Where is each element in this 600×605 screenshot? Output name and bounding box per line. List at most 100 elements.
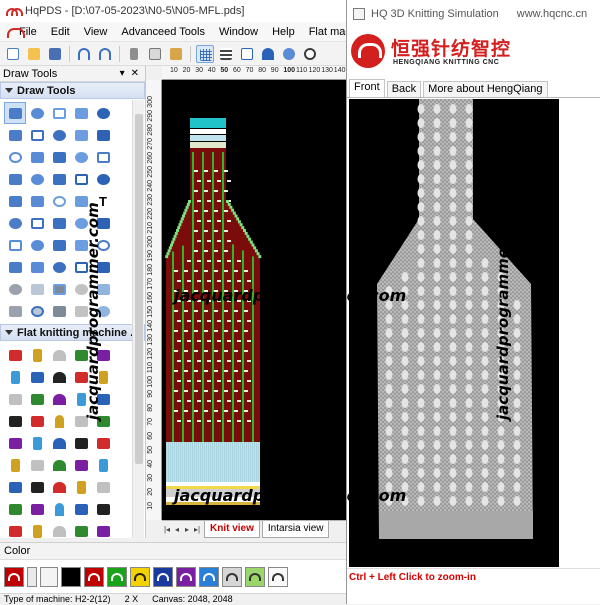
draw-tool-icon[interactable] bbox=[70, 234, 92, 256]
copy-icon[interactable] bbox=[146, 45, 164, 63]
tab-back[interactable]: Back bbox=[386, 81, 422, 97]
knit-function-icon[interactable] bbox=[48, 498, 70, 520]
draw-tool-icon[interactable] bbox=[70, 124, 92, 146]
knit-function-icon[interactable] bbox=[4, 366, 26, 388]
draw-tool-icon[interactable]: T bbox=[92, 190, 114, 212]
draw-tool-icon[interactable] bbox=[48, 300, 70, 322]
knit-function-icon[interactable] bbox=[26, 476, 48, 498]
draw-tool-icon[interactable] bbox=[70, 168, 92, 190]
knit-function-icon[interactable] bbox=[70, 410, 92, 432]
knit-stitch-icon[interactable] bbox=[259, 45, 277, 63]
draw-tool-icon[interactable] bbox=[4, 146, 26, 168]
knit-function-icon[interactable] bbox=[48, 410, 70, 432]
draw-tool-icon[interactable] bbox=[48, 256, 70, 278]
color-swatch-blue[interactable] bbox=[199, 566, 219, 587]
open-folder-icon[interactable] bbox=[25, 45, 43, 63]
draw-tool-icon[interactable] bbox=[4, 190, 26, 212]
knit-function-icon[interactable] bbox=[26, 498, 48, 520]
knit-function-icon[interactable] bbox=[92, 388, 114, 410]
knit-function-icon[interactable] bbox=[26, 432, 48, 454]
draw-tool-icon[interactable] bbox=[92, 300, 114, 322]
knit-function-icon[interactable] bbox=[48, 344, 70, 366]
menu-window[interactable]: Window bbox=[212, 22, 265, 42]
knit-function-icon[interactable] bbox=[4, 388, 26, 410]
knit-function-icon[interactable] bbox=[4, 410, 26, 432]
knit-function-icon[interactable] bbox=[4, 476, 26, 498]
color-swatch-purple[interactable] bbox=[176, 566, 196, 587]
color-scroll-arrows-icon[interactable] bbox=[40, 566, 58, 587]
knit-function-icon[interactable] bbox=[26, 366, 48, 388]
tab-more-about-hengqiang[interactable]: More about HengQiang bbox=[423, 81, 548, 97]
rows-icon[interactable] bbox=[217, 45, 235, 63]
draw-tool-icon[interactable] bbox=[26, 234, 48, 256]
draw-tool-icon[interactable] bbox=[48, 168, 70, 190]
color-swatch-navy[interactable] bbox=[153, 566, 173, 587]
color-swatch-red-knit[interactable] bbox=[84, 566, 104, 587]
draw-tool-icon[interactable] bbox=[26, 102, 48, 124]
tab-knit-view[interactable]: Knit view bbox=[204, 521, 260, 538]
knit-function-icon[interactable] bbox=[26, 520, 48, 542]
select-tool-icon[interactable] bbox=[4, 102, 26, 124]
draw-tool-icon[interactable] bbox=[92, 124, 114, 146]
panel-dropdown-icon[interactable]: ▾ bbox=[120, 68, 125, 79]
draw-tool-icon[interactable] bbox=[70, 146, 92, 168]
knit-function-icon[interactable] bbox=[4, 520, 26, 542]
draw-tool-icon[interactable] bbox=[4, 234, 26, 256]
draw-tool-icon[interactable] bbox=[70, 278, 92, 300]
knit-function-icon[interactable] bbox=[70, 344, 92, 366]
draw-tool-icon[interactable] bbox=[26, 300, 48, 322]
color-swatch-white[interactable] bbox=[268, 566, 288, 587]
color-swatch-black[interactable] bbox=[61, 566, 81, 587]
draw-tool-icon[interactable] bbox=[48, 102, 70, 124]
draw-tool-icon[interactable] bbox=[92, 146, 114, 168]
color-swatch-green[interactable] bbox=[107, 566, 127, 587]
knit-function-icon[interactable] bbox=[70, 454, 92, 476]
knit-function-icon[interactable] bbox=[70, 520, 92, 542]
knit-function-icon[interactable] bbox=[48, 520, 70, 542]
knit-function-icon[interactable] bbox=[70, 476, 92, 498]
knit-function-icon[interactable] bbox=[26, 410, 48, 432]
draw-tool-icon[interactable] bbox=[92, 234, 114, 256]
knit-function-icon[interactable] bbox=[26, 344, 48, 366]
tab-front[interactable]: Front bbox=[349, 79, 385, 97]
draw-tool-icon[interactable] bbox=[92, 278, 114, 300]
knit-function-icon[interactable] bbox=[92, 344, 114, 366]
tab-nav-next[interactable]: ▸ bbox=[182, 525, 192, 534]
draw-tool-icon[interactable] bbox=[4, 212, 26, 234]
knit-design-canvas[interactable] bbox=[162, 80, 346, 520]
draw-tool-icon[interactable] bbox=[26, 278, 48, 300]
menu-advanced-tools[interactable]: Advanceed Tools bbox=[114, 22, 212, 42]
draw-tool-icon[interactable] bbox=[4, 278, 26, 300]
color-swatch-yellow[interactable] bbox=[130, 566, 150, 587]
knit-function-icon[interactable] bbox=[4, 344, 26, 366]
cut-icon[interactable] bbox=[125, 45, 143, 63]
menu-help[interactable]: Help bbox=[265, 22, 302, 42]
draw-tool-icon[interactable] bbox=[48, 190, 70, 212]
draw-tool-icon[interactable] bbox=[48, 234, 70, 256]
knit-function-icon[interactable] bbox=[4, 454, 26, 476]
draw-tool-icon[interactable] bbox=[26, 256, 48, 278]
draw-tool-icon[interactable] bbox=[26, 212, 48, 234]
3d-knit-simulation-view[interactable] bbox=[349, 99, 559, 567]
tab-intarsia-view[interactable]: Intarsia view bbox=[261, 521, 330, 538]
grid-icon[interactable] bbox=[196, 44, 214, 63]
panel-close-icon[interactable]: ✕ bbox=[131, 68, 139, 79]
tab-nav-prev[interactable]: ◂ bbox=[172, 525, 182, 534]
knit-function-icon[interactable] bbox=[26, 454, 48, 476]
draw-tool-icon[interactable] bbox=[26, 168, 48, 190]
color-swatch-gray[interactable] bbox=[222, 566, 242, 587]
knit-function-icon[interactable] bbox=[92, 432, 114, 454]
knit-function-icon[interactable] bbox=[70, 498, 92, 520]
draw-tool-icon[interactable] bbox=[26, 190, 48, 212]
knit-function-icon[interactable] bbox=[4, 498, 26, 520]
current-color-swatch[interactable] bbox=[4, 566, 24, 587]
scissors-icon[interactable] bbox=[280, 45, 298, 63]
knit-function-icon[interactable] bbox=[4, 432, 26, 454]
draw-tool-icon[interactable] bbox=[92, 256, 114, 278]
knit-function-icon[interactable] bbox=[92, 498, 114, 520]
scrollbar-thumb[interactable] bbox=[135, 114, 143, 464]
knit-function-icon[interactable] bbox=[70, 432, 92, 454]
draw-tool-icon[interactable] bbox=[70, 256, 92, 278]
knit-function-icon[interactable] bbox=[92, 454, 114, 476]
undo-icon[interactable] bbox=[75, 45, 93, 63]
